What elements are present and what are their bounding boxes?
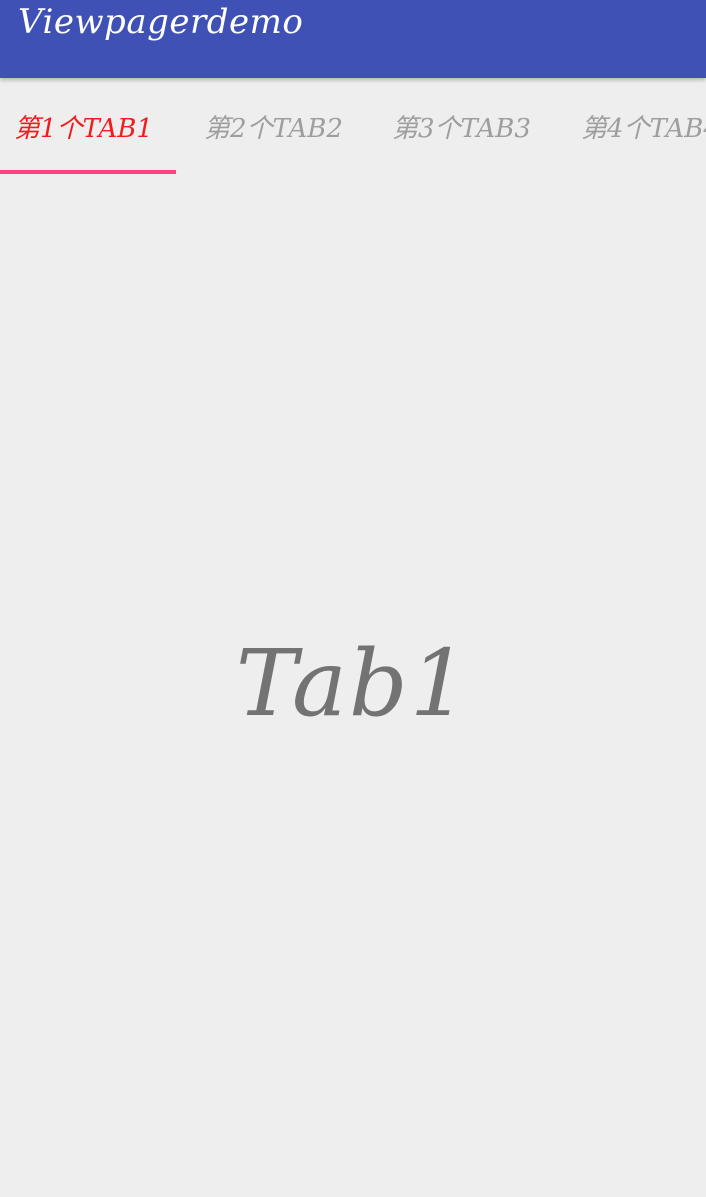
tab-content-pane[interactable]: Tab1: [0, 174, 706, 1197]
app-bar: Viewpagerdemo: [0, 0, 706, 78]
tab-bar: 第1个TAB1 第2个TAB2 第3个TAB3 第4个TAB4: [0, 78, 706, 174]
tab-4[interactable]: 第4个TAB4: [565, 78, 706, 174]
tab-3[interactable]: 第3个TAB3: [376, 78, 546, 174]
tab-1[interactable]: 第1个TAB1: [0, 78, 176, 174]
tab-content-label: Tab1: [235, 630, 471, 737]
tab-2[interactable]: 第2个TAB2: [188, 78, 358, 174]
app-title: Viewpagerdemo: [18, 2, 304, 42]
